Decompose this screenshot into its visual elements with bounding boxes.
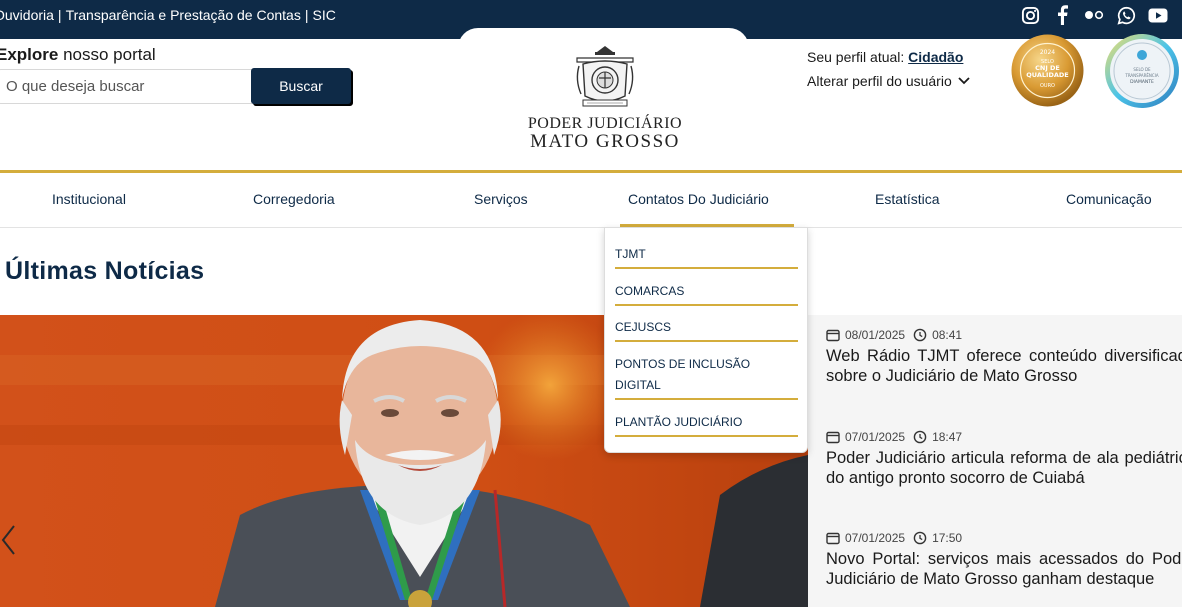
news-date: 07/01/2025 [845, 430, 906, 444]
change-profile-label: Alterar perfil do usuário [807, 73, 952, 89]
seal1-year: 2024 [1040, 49, 1055, 56]
calendar-icon [826, 532, 840, 545]
nav-servicos[interactable]: Serviços [474, 191, 528, 207]
news-date: 08/01/2025 [845, 328, 906, 342]
chevron-left-icon [1, 525, 15, 555]
contatos-dropdown-menu: TJMT COMARCAS CEJUSCS PONTOS DE INCLUSÃO… [604, 227, 808, 453]
search-input[interactable] [0, 69, 252, 104]
news-item[interactable]: 08/01/2025 08:41 Web Rádio TJMT oferece … [826, 327, 1182, 386]
clock-icon [913, 328, 927, 342]
news-headline[interactable]: Poder Judiciário articula reforma de ala… [826, 449, 1182, 488]
top-links: Ouvidoria|Transparência e Prestação de C… [0, 7, 336, 23]
instagram-icon[interactable] [1014, 4, 1046, 26]
link-transparencia[interactable]: Transparência e Prestação de Contas [66, 7, 301, 23]
transparency-seal[interactable]: SELO DE TRANSPARÊNCIA DIAMANTE [1104, 33, 1180, 109]
social-links [1014, 4, 1174, 26]
current-profile: Seu perfil atual: Cidadão [807, 49, 963, 65]
carousel-prev-button[interactable] [0, 520, 20, 560]
profile-value[interactable]: Cidadão [908, 49, 963, 65]
news-item[interactable]: 07/01/2025 18:47 Poder Judiciário articu… [826, 429, 1182, 488]
calendar-icon [826, 329, 840, 342]
whatsapp-icon[interactable] [1110, 4, 1142, 26]
nav-corregedoria[interactable]: Corregedoria [253, 191, 335, 207]
brand-logo[interactable]: Poder Judiciário Mato Grosso [520, 44, 690, 151]
explore-bold: Explore [0, 45, 59, 64]
news-time: 18:47 [932, 430, 963, 444]
cnj-quality-seal[interactable]: 2024 SELO CNJ DE QUALIDADE OURO [1010, 33, 1085, 108]
news-time: 08:41 [932, 328, 963, 342]
youtube-icon[interactable] [1142, 4, 1174, 26]
explore-heading: Explore nosso portal [0, 45, 156, 65]
news-headline[interactable]: Novo Portal: serviços mais acessados do … [826, 550, 1182, 589]
dropdown-item-cejuscs[interactable]: CEJUSCS [615, 317, 798, 342]
news-item[interactable]: 07/01/2025 17:50 Novo Portal: serviços m… [826, 530, 1182, 589]
explore-rest: nosso portal [58, 45, 156, 64]
dropdown-item-tjmt[interactable]: TJMT [615, 244, 798, 269]
separator: | [304, 7, 309, 23]
dropdown-item-pontos-inclusao[interactable]: PONTOS DE INCLUSÃO DIGITAL [615, 354, 798, 400]
dropdown-item-comarcas[interactable]: COMARCAS [615, 281, 798, 306]
nav-comunicacao[interactable]: Comunicação [1066, 191, 1152, 207]
flickr-icon[interactable] [1078, 4, 1110, 26]
nav-institucional[interactable]: Institucional [52, 191, 126, 207]
seal2-l2: TRANSPARÊNCIA [1124, 73, 1158, 78]
clock-icon [913, 430, 927, 444]
brand-line2: Mato Grosso [530, 131, 680, 152]
search-button[interactable]: Buscar [251, 68, 351, 104]
link-sic[interactable]: SIC [312, 7, 335, 23]
calendar-icon [826, 431, 840, 444]
seal1-l4: OURO [1040, 83, 1055, 89]
news-meta: 08/01/2025 08:41 [826, 327, 1182, 343]
chevron-down-icon [958, 77, 970, 85]
section-title: Últimas Notícias [5, 257, 205, 285]
news-meta: 07/01/2025 18:47 [826, 429, 1182, 445]
nav-estatistica[interactable]: Estatística [875, 191, 940, 207]
profile-label: Seu perfil atual: [807, 49, 909, 65]
seal2-l1: SELO DE [1133, 67, 1151, 72]
news-headline[interactable]: Web Rádio TJMT oferece conteúdo diversif… [826, 347, 1182, 386]
seal1-l3: QUALIDADE [1026, 71, 1068, 79]
coat-of-arms-icon [576, 46, 634, 107]
nav-contatos[interactable]: Contatos Do Judiciário [628, 191, 769, 207]
news-meta: 07/01/2025 17:50 [826, 530, 1182, 546]
separator: | [57, 7, 62, 23]
seal2-l3: DIAMANTE [1130, 79, 1154, 85]
news-date: 07/01/2025 [845, 531, 906, 545]
facebook-icon[interactable] [1046, 4, 1078, 26]
main-nav: Institucional Corregedoria Serviços Cont… [0, 173, 1182, 228]
news-time: 17:50 [932, 531, 963, 545]
change-profile-toggle[interactable]: Alterar perfil do usuário [807, 73, 970, 89]
link-ouvidoria[interactable]: Ouvidoria [0, 7, 54, 23]
clock-icon [913, 531, 927, 545]
dropdown-item-plantao[interactable]: PLANTÃO JUDICIÁRIO [615, 412, 798, 437]
